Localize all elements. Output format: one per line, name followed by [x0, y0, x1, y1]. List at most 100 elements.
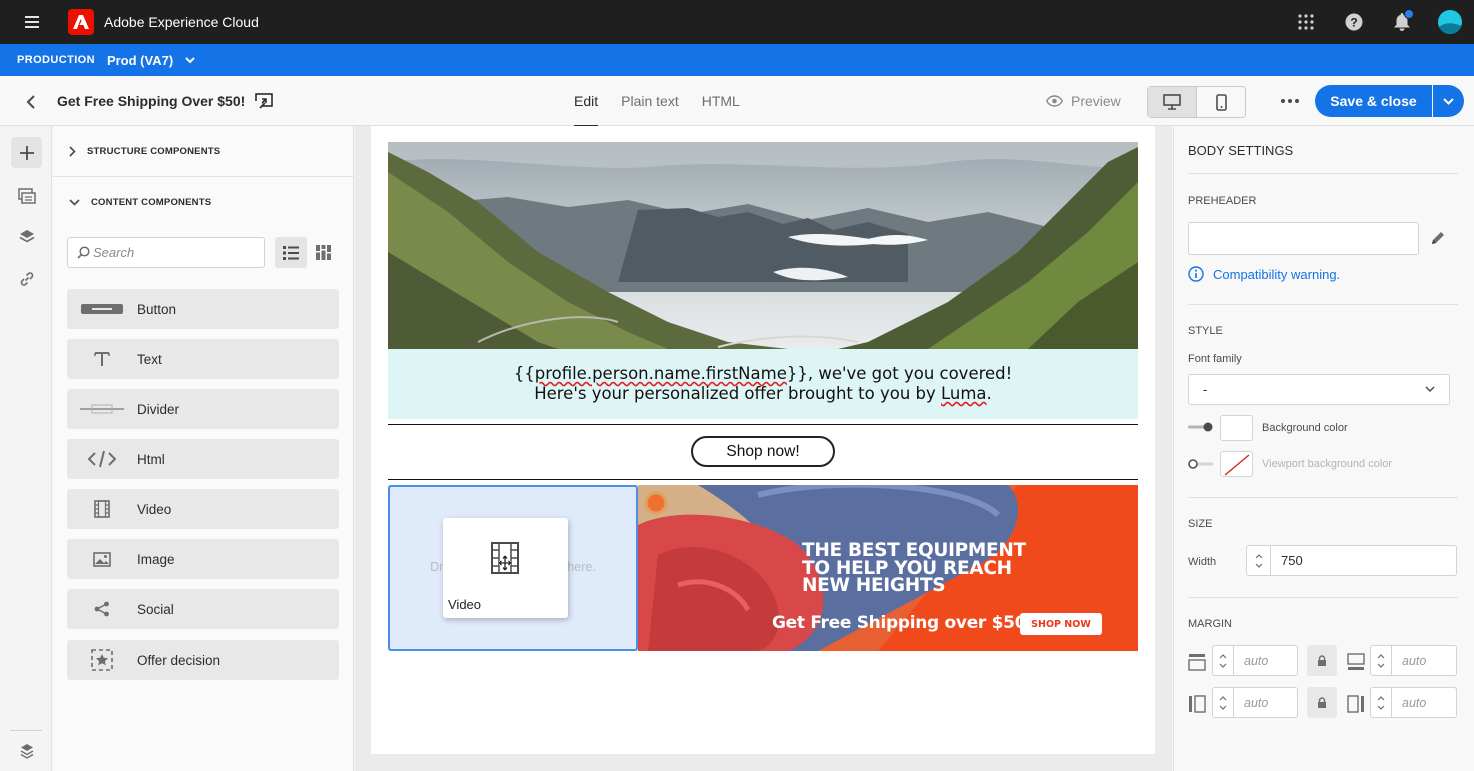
back-arrow-icon[interactable]: [20, 91, 42, 113]
token-open: {{: [513, 364, 535, 383]
viewport-bg-swatch[interactable]: [1220, 451, 1253, 477]
margin-bottom-stepper[interactable]: [1370, 645, 1392, 676]
bell-icon[interactable]: [1378, 0, 1426, 44]
margin-top-input[interactable]: auto: [1234, 645, 1298, 676]
margin-right-icon: [1347, 695, 1365, 713]
component-social[interactable]: Social: [67, 589, 339, 629]
width-label: Width: [1188, 556, 1217, 568]
margin-right-input[interactable]: auto: [1392, 687, 1457, 718]
preview-label: Preview: [1071, 93, 1121, 109]
fragments-icon[interactable]: [11, 180, 42, 211]
dragged-video-component[interactable]: Video: [443, 518, 568, 618]
lock-icon[interactable]: [1307, 645, 1337, 676]
page-title: Get Free Shipping Over $50!: [57, 93, 246, 109]
menu-icon[interactable]: [0, 0, 64, 44]
mobile-icon[interactable]: [1197, 87, 1245, 117]
editor-header: Get Free Shipping Over $50! Edit Plain t…: [0, 76, 1474, 127]
panel-title: BODY SETTINGS: [1188, 143, 1294, 158]
drop-hint-left: Dr: [430, 560, 444, 574]
component-label: Video: [137, 501, 172, 517]
margin-top-icon: [1188, 653, 1206, 671]
margin-left-input[interactable]: auto: [1234, 687, 1298, 718]
environment-bar: PRODUCTION Prod (VA7): [0, 44, 1474, 76]
component-label: Offer decision: [137, 652, 221, 668]
links-icon[interactable]: [11, 263, 42, 294]
desktop-icon[interactable]: [1148, 87, 1197, 117]
list-view-icon[interactable]: [275, 237, 307, 268]
layers-icon[interactable]: [11, 221, 42, 252]
content-components-toggle[interactable]: CONTENT COMPONENTS: [53, 177, 354, 227]
section-divider: [1188, 497, 1458, 498]
preheader-input[interactable]: [1188, 222, 1419, 255]
margin-right-stepper[interactable]: [1370, 687, 1392, 718]
divider-line[interactable]: [388, 424, 1138, 425]
viewport-bg-toggle[interactable]: [1188, 459, 1214, 469]
save-close-button[interactable]: Save & close: [1315, 85, 1432, 117]
width-input[interactable]: 750: [1271, 545, 1457, 576]
component-text[interactable]: Text: [67, 339, 339, 379]
offer-text: Here's your personalized offer brought t…: [534, 384, 941, 403]
offer-period: .: [986, 384, 992, 403]
tab-html[interactable]: HTML: [702, 76, 740, 126]
adobe-logo[interactable]: [68, 9, 94, 35]
component-html[interactable]: Html: [67, 439, 339, 479]
content-components-title: CONTENT COMPONENTS: [91, 196, 212, 208]
component-video[interactable]: Video: [67, 489, 339, 529]
layers-stack-icon[interactable]: [11, 735, 42, 766]
sandbox-switcher[interactable]: Prod (VA7): [107, 53, 173, 68]
background-color-label: Background color: [1262, 422, 1348, 434]
social-icon: [67, 601, 137, 617]
editor-tabs: Edit Plain text HTML: [574, 76, 763, 127]
more-options-icon[interactable]: [1278, 91, 1302, 111]
app-top-bar: Adobe Experience Cloud ?: [0, 0, 1474, 44]
preview-button[interactable]: Preview: [1046, 93, 1121, 109]
banner-headline: THE BEST EQUIPMENT TO HELP YOU REACH NEW…: [802, 542, 1026, 595]
component-search-input[interactable]: Search: [67, 237, 265, 268]
width-stepper[interactable]: [1246, 545, 1271, 576]
html-icon: [67, 450, 137, 468]
pencil-icon[interactable]: [1430, 230, 1446, 246]
greeting-text: }}, we've got you covered!: [786, 364, 1013, 383]
chevron-down-icon[interactable]: [185, 56, 195, 64]
info-icon: [1188, 266, 1204, 282]
add-components-icon[interactable]: [11, 137, 42, 168]
banner-footer-text: Get Free Shipping over $50: [772, 613, 1027, 633]
style-label: STYLE: [1188, 325, 1223, 337]
margin-top-stepper[interactable]: [1212, 645, 1234, 676]
tab-plain-text[interactable]: Plain text: [621, 76, 679, 126]
eye-icon: [1046, 95, 1063, 107]
banner-headline-line: THE BEST EQUIPMENT: [802, 540, 1026, 561]
section-divider: [1188, 597, 1458, 598]
promo-banner-image[interactable]: THE BEST EQUIPMENT TO HELP YOU REACH NEW…: [638, 485, 1138, 651]
grid-view-icon[interactable]: [307, 237, 339, 268]
component-divider[interactable]: Divider: [67, 389, 339, 429]
font-family-value: -: [1203, 382, 1208, 397]
structure-components-toggle[interactable]: STRUCTURE COMPONENTS: [53, 126, 354, 176]
hero-mountain-image[interactable]: [388, 142, 1138, 349]
offer-decision-icon: [67, 649, 137, 671]
component-offer-decision[interactable]: Offer decision: [67, 640, 339, 680]
avatar[interactable]: [1426, 0, 1474, 44]
component-image[interactable]: Image: [67, 539, 339, 579]
tab-edit[interactable]: Edit: [574, 76, 599, 127]
edit-properties-icon[interactable]: [255, 91, 273, 109]
shop-now-button[interactable]: Shop now!: [691, 436, 835, 467]
app-name[interactable]: Adobe Experience Cloud: [104, 14, 259, 30]
component-label: Image: [137, 551, 175, 567]
component-button[interactable]: Button: [67, 289, 339, 329]
margin-bottom-input[interactable]: auto: [1392, 645, 1457, 676]
help-icon[interactable]: ?: [1330, 0, 1378, 44]
divider-line[interactable]: [388, 479, 1138, 480]
margin-left-icon: [1188, 695, 1206, 713]
margin-left-stepper[interactable]: [1212, 687, 1234, 718]
compatibility-warning[interactable]: Compatibility warning.: [1188, 266, 1340, 282]
font-family-select[interactable]: -: [1188, 374, 1450, 405]
personalized-text-block[interactable]: {{profile.person.name.firstName}}, we've…: [388, 349, 1138, 419]
environment-label: PRODUCTION: [17, 54, 95, 66]
background-color-toggle[interactable]: [1188, 422, 1214, 432]
background-color-swatch[interactable]: [1220, 415, 1253, 441]
lock-icon[interactable]: [1307, 687, 1337, 718]
apps-grid-icon[interactable]: [1282, 0, 1330, 44]
svg-text:?: ?: [1350, 16, 1357, 30]
save-options-chevron-icon[interactable]: [1433, 85, 1464, 117]
